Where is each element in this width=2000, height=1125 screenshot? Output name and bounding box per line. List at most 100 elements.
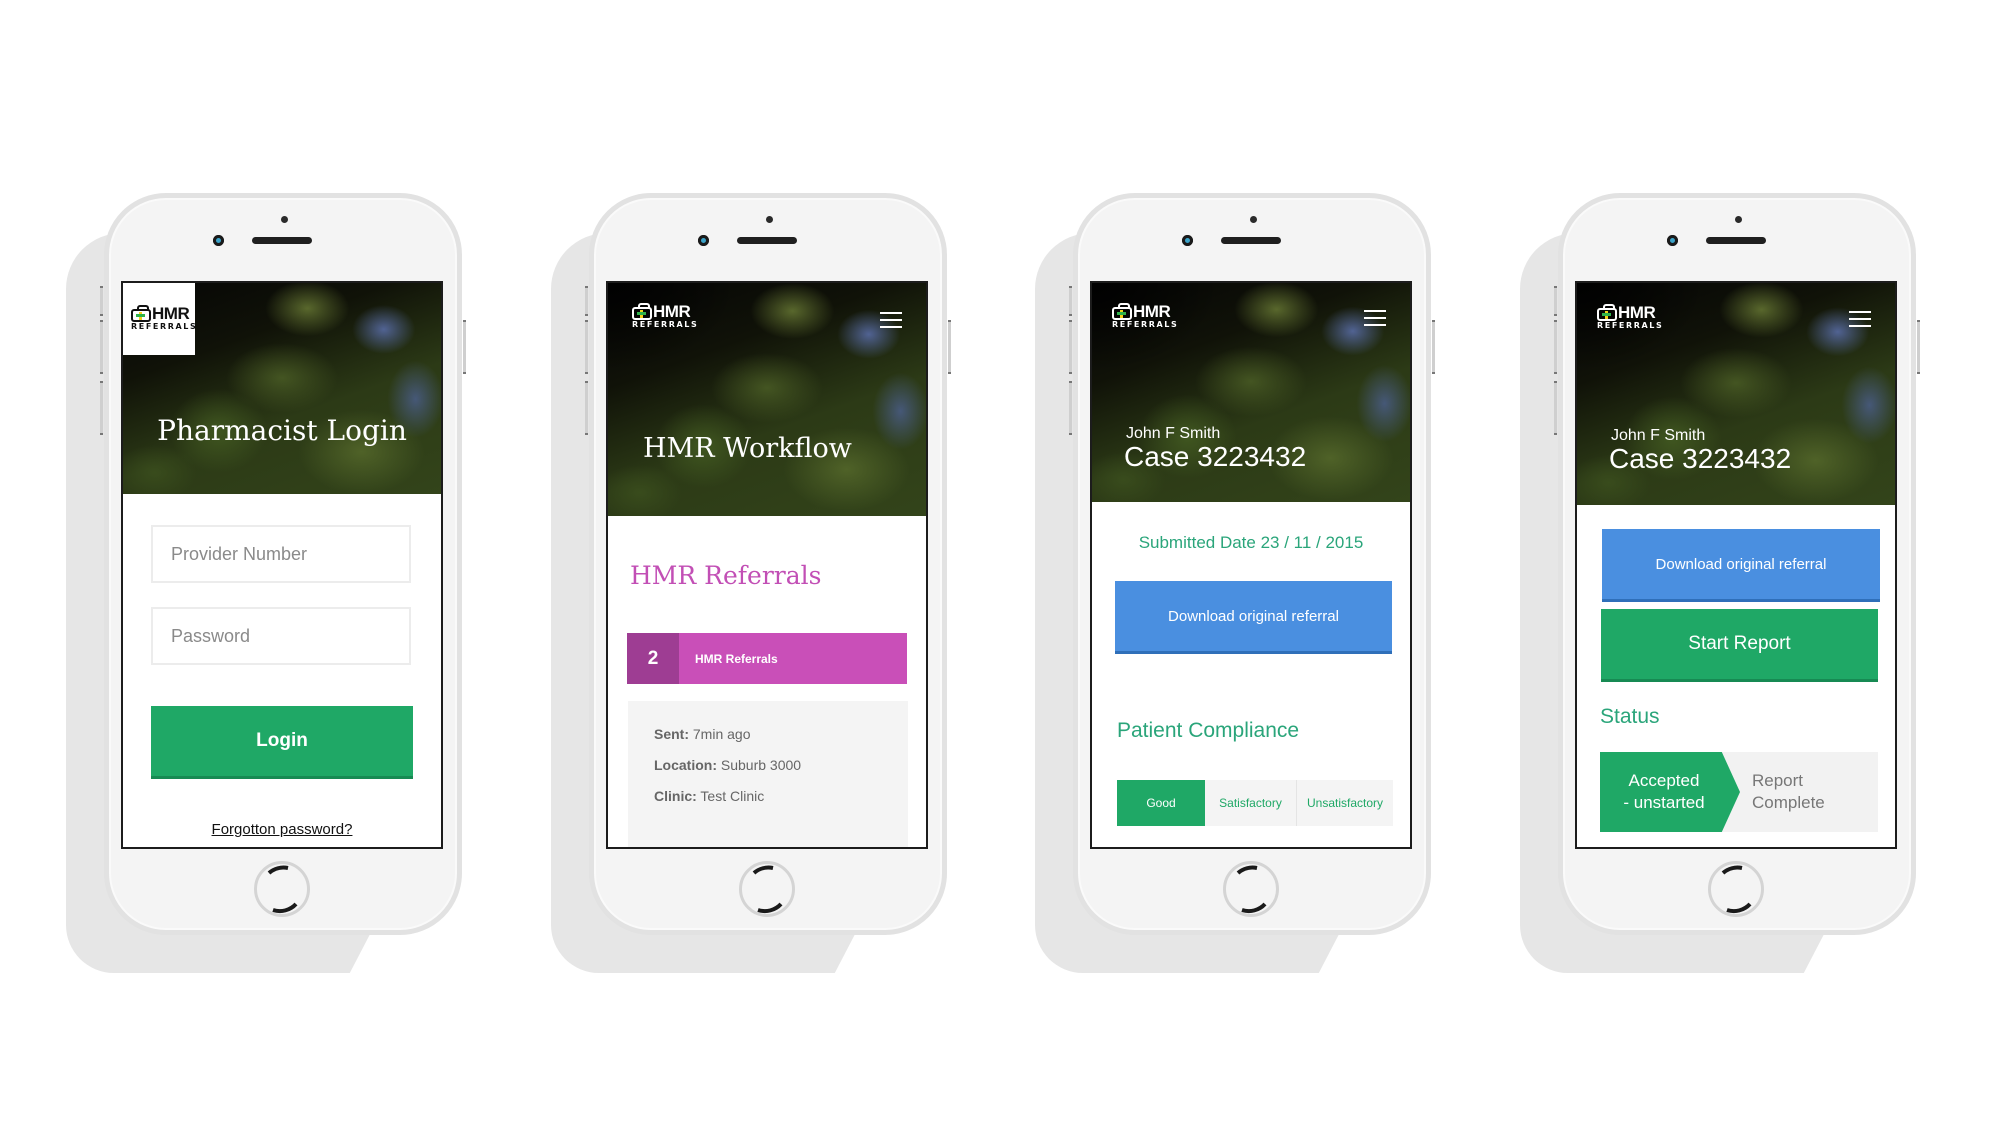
phone-login: HMR REFERRALS Pharmacist Login Provider …: [66, 193, 466, 973]
provider-number-input[interactable]: Provider Number: [151, 525, 411, 583]
phone-case-compliance: HMR REFERRALS John F Smith Case 3223432 …: [1035, 193, 1435, 973]
home-button[interactable]: [739, 861, 795, 917]
logo[interactable]: HMR REFERRALS: [1112, 303, 1178, 329]
referrals-count-badge: 2: [627, 633, 679, 684]
volume-down-button: [585, 381, 588, 435]
hamburger-icon[interactable]: [1849, 311, 1871, 328]
status-step-accepted[interactable]: Accepted - unstarted: [1600, 752, 1740, 832]
logo-referrals-text: REFERRALS: [632, 320, 699, 329]
volume-down-button: [100, 381, 103, 435]
referrals-count-bar[interactable]: 2 HMR Referrals: [627, 633, 907, 684]
logo-referrals-text: REFERRALS: [1597, 321, 1664, 330]
case-title: Case 3223432: [1609, 443, 1792, 474]
volume-down-button: [1554, 381, 1557, 435]
medical-bag-icon: [1597, 304, 1617, 321]
screen: HMR REFERRALS John F Smith Case 3223432 …: [1090, 281, 1412, 849]
logo-referrals-text: REFERRALS: [1112, 320, 1179, 329]
proximity-sensor: [281, 216, 288, 223]
provider-number-placeholder: Provider Number: [171, 543, 308, 564]
power-button: [948, 320, 951, 374]
home-button[interactable]: [1708, 861, 1764, 917]
volume-up-button: [585, 320, 588, 374]
logo-box: HMR REFERRALS: [123, 283, 197, 355]
volume-up-button: [1554, 320, 1557, 374]
referral-location: Location: Suburb 3000: [654, 757, 801, 773]
status-title: Status: [1600, 705, 1660, 728]
hamburger-icon[interactable]: [1364, 310, 1386, 327]
forgot-password-link[interactable]: Forgotton password?: [123, 821, 441, 838]
mute-switch: [1069, 286, 1072, 316]
logo-referrals-text: REFERRALS: [131, 322, 198, 331]
power-button: [1917, 320, 1920, 374]
page-title: Pharmacist Login: [157, 414, 407, 447]
front-camera: [698, 235, 709, 246]
earpiece-speaker: [1706, 237, 1766, 244]
compliance-option-good[interactable]: Good: [1117, 780, 1205, 826]
case-title: Case 3223432: [1124, 441, 1307, 472]
compliance-option-unsatisfactory[interactable]: Unsatisfactory: [1297, 780, 1393, 826]
earpiece-speaker: [252, 237, 312, 244]
submitted-date: Submitted Date 23 / 11 / 2015: [1138, 533, 1364, 552]
medical-bag-icon: [131, 305, 151, 322]
clinic-value: Test Clinic: [700, 788, 765, 804]
referral-clinic: Clinic: Test Clinic: [654, 788, 764, 804]
screen: HMR REFERRALS John F Smith Case 3223432 …: [1575, 281, 1897, 849]
status-step-report-complete[interactable]: Report Complete: [1752, 752, 1872, 832]
clinic-label: Clinic:: [654, 788, 697, 804]
download-referral-button[interactable]: Download original referral: [1602, 529, 1880, 602]
status-stepper: Accepted - unstarted Report Complete: [1600, 752, 1878, 832]
start-report-button[interactable]: Start Report: [1601, 609, 1878, 682]
hero-header: HMR REFERRALS HMR Workflow: [608, 283, 926, 516]
login-button[interactable]: Login: [151, 706, 413, 779]
hero-header: HMR REFERRALS John F Smith Case 3223432: [1577, 283, 1895, 505]
front-camera: [1667, 235, 1678, 246]
mute-switch: [1554, 286, 1557, 316]
proximity-sensor: [766, 216, 773, 223]
phone-workflow: HMR REFERRALS HMR Workflow HMR Referrals…: [551, 193, 951, 973]
volume-up-button: [1069, 320, 1072, 374]
screen: HMR REFERRALS HMR Workflow HMR Referrals…: [606, 281, 928, 849]
front-camera: [1182, 235, 1193, 246]
sent-label: Sent:: [654, 726, 689, 742]
location-value: Suburb 3000: [720, 757, 802, 773]
compliance-title: Patient Compliance: [1117, 719, 1300, 742]
home-button[interactable]: [254, 861, 310, 917]
compliance-option-satisfactory[interactable]: Satisfactory: [1205, 780, 1297, 826]
proximity-sensor: [1735, 216, 1742, 223]
front-camera: [213, 235, 224, 246]
hero-header: HMR REFERRALS John F Smith Case 3223432: [1092, 283, 1410, 502]
logo-hmr-text: HMR: [653, 302, 691, 321]
logo[interactable]: HMR REFERRALS: [131, 305, 197, 331]
logo[interactable]: HMR REFERRALS: [1597, 304, 1663, 330]
phone-case-status: HMR REFERRALS John F Smith Case 3223432 …: [1520, 193, 1920, 973]
logo[interactable]: HMR REFERRALS: [632, 303, 698, 329]
proximity-sensor: [1250, 216, 1257, 223]
logo-hmr-text: HMR: [1618, 303, 1656, 322]
compliance-selector: Good Satisfactory Unsatisfactory: [1117, 780, 1393, 826]
logo-hmr-text: HMR: [1133, 302, 1171, 321]
medical-bag-icon: [1112, 303, 1132, 320]
volume-up-button: [100, 320, 103, 374]
password-placeholder: Password: [171, 625, 251, 646]
referral-sent: Sent: 7min ago: [654, 726, 750, 742]
earpiece-speaker: [737, 237, 797, 244]
page-title: HMR Workflow: [643, 433, 852, 464]
power-button: [463, 320, 466, 374]
earpiece-speaker: [1221, 237, 1281, 244]
power-button: [1432, 320, 1435, 374]
hamburger-icon[interactable]: [880, 312, 902, 329]
referral-card[interactable]: Sent: 7min ago Location: Suburb 3000 Cli…: [628, 701, 908, 847]
mute-switch: [100, 286, 103, 316]
medical-bag-icon: [632, 303, 652, 320]
location-label: Location:: [654, 757, 717, 773]
sent-value: 7min ago: [692, 726, 751, 742]
download-referral-button[interactable]: Download original referral: [1115, 581, 1392, 654]
home-button[interactable]: [1223, 861, 1279, 917]
hero-header: HMR REFERRALS Pharmacist Login: [123, 283, 441, 494]
volume-down-button: [1069, 381, 1072, 435]
screen: HMR REFERRALS Pharmacist Login Provider …: [121, 281, 443, 849]
logo-hmr-text: HMR: [152, 304, 190, 323]
section-title: HMR Referrals: [630, 561, 822, 590]
password-input[interactable]: Password: [151, 607, 411, 665]
referrals-count-label: HMR Referrals: [679, 633, 907, 684]
